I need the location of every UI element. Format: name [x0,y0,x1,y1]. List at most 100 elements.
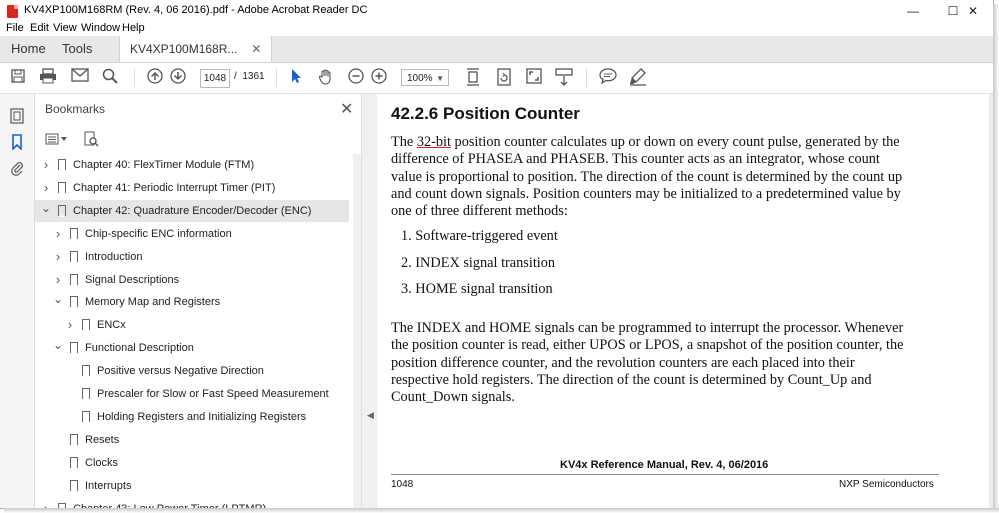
chevron-right-icon[interactable]: › [41,154,51,176]
hand-icon[interactable] [316,68,336,88]
bookmark-item[interactable]: Holding Registers and Initializing Regis… [35,406,351,428]
bookmark-item[interactable]: › Introduction [35,246,351,268]
bookmark-item[interactable]: › Signal Descriptions [35,269,351,291]
bookmark-icon [70,433,78,446]
bookmark-icon [70,227,78,240]
bookmark-item[interactable]: ⌄ Chapter 42: Quadrature Encoder/Decoder … [35,197,349,222]
highlight-icon[interactable] [628,68,648,88]
email-icon[interactable] [70,68,90,88]
footer-company: NXP Semiconductors [839,479,934,490]
bookmark-icon [58,181,66,194]
page-up-icon[interactable] [145,68,165,88]
menu-help[interactable]: Help [122,22,145,34]
print-icon[interactable] [38,68,58,88]
bookmark-icon [58,159,66,171]
chevron-right-icon[interactable]: › [53,246,63,268]
bookmark-label: Introduction [85,250,143,263]
menu-view[interactable]: View [53,22,77,34]
bookmark-item[interactable]: Resets [35,429,351,451]
rotate-icon[interactable] [494,68,514,88]
chevron-down-icon[interactable]: ⌄ [53,334,63,356]
tab-home[interactable]: Home [11,36,46,62]
page-number-input[interactable]: 1048 [200,69,230,88]
chevron-right-icon[interactable]: › [65,314,75,336]
comment-icon[interactable] [598,68,618,88]
paragraph-2-line: Count_Down signals. [391,389,515,406]
page-total-value: 1361 [242,71,265,82]
bookmark-item[interactable]: Clocks [35,452,351,474]
bookmarks-scrollbar[interactable] [353,154,361,508]
paragraph-1-line: one of three different methods: [391,203,568,220]
minimize-button[interactable]: — [893,0,933,22]
fit-page-icon[interactable] [463,68,483,88]
bookmark-item[interactable]: › Chip-specific ENC information [35,223,351,245]
fullscreen-icon[interactable] [524,68,544,88]
scroll-mode-icon[interactable] [554,68,574,88]
find-bookmark-icon[interactable] [83,131,99,152]
chevron-down-icon: ▼ [436,74,444,83]
toolbar: 1048 / 1361 100% ▼ [0,63,993,94]
menu-window[interactable]: Window [81,22,120,34]
chevron-right-icon[interactable]: › [41,177,51,199]
tab-tools[interactable]: Tools [62,36,92,62]
list-item: 1. Software-triggered event [401,228,558,244]
bookmark-label: Clocks [85,456,119,469]
paragraph-2-line: position difference counter, and the rev… [391,354,855,371]
panel-splitter[interactable]: ◀ [361,94,378,508]
bookmark-icon [58,204,66,217]
close-window-button[interactable]: ✕ [953,0,993,22]
page-thumbnails-icon[interactable] [9,108,25,124]
para1-prefix: The [391,134,417,150]
window-shadow [993,4,999,513]
bookmark-icon [70,250,78,263]
bookmark-item[interactable]: › ENCx [35,314,351,336]
search-icon[interactable] [100,68,120,88]
window-title: KV4XP100M168RM (Rev. 4, 06 2016).pdf - A… [24,4,368,16]
paragraph-1-line: and count down signals. Position counter… [391,185,901,202]
bookmark-item[interactable]: › Chapter 40: FlexTimer Module (FTM) [35,154,351,176]
page-down-icon[interactable] [168,68,188,88]
bookmark-label: Functional Description [85,342,194,355]
bookmark-icon [82,365,90,378]
navigation-pane-strip [0,94,35,508]
chevron-right-icon[interactable]: › [53,269,63,291]
save-icon[interactable] [8,68,28,88]
zoom-level-select[interactable]: 100% ▼ [401,69,449,86]
bookmark-item[interactable]: ⌄ Memory Map and Registers [35,291,351,313]
bookmark-label: ENCx [97,319,126,332]
bookmark-item[interactable]: Prescaler for Slow or Fast Speed Measure… [35,383,351,405]
tab-document[interactable]: KV4XP100M168R... ✕ [119,36,273,62]
paragraph-2: The INDEX and HOME signals can be progra… [391,320,951,406]
chevron-down-icon[interactable]: ⌄ [53,288,63,310]
bookmark-item[interactable]: Interrupts [35,475,351,497]
paragraph-2-line: respective hold registers. The direction… [391,371,872,388]
bookmark-label: Interrupts [85,479,132,492]
zoom-level-value: 100% [407,73,433,84]
bookmark-item[interactable]: ⌄ Functional Description [35,337,351,359]
toolbar-separator [276,69,277,87]
tab-document-label: KV4XP100M168R... [130,42,238,56]
toolbar-separator [134,69,135,87]
tab-bar: Home Tools KV4XP100M168R... ✕ [0,36,993,63]
select-cursor-icon[interactable] [286,68,306,88]
bookmark-label: Holding Registers and Initializing Regis… [97,410,307,423]
bookmark-label: Positive versus Negative Direction [97,365,264,378]
section-heading: 42.2.6 Position Counter [391,104,580,123]
bookmark-item[interactable]: Positive versus Negative Direction [35,360,351,382]
chevron-right-icon[interactable]: › [53,223,63,245]
bookmark-options-icon[interactable] [45,132,69,151]
page-separator: / [234,71,237,82]
attachments-icon[interactable] [9,160,25,176]
close-tab-icon[interactable]: ✕ [251,42,261,56]
chevron-down-icon[interactable]: ⌄ [41,197,51,219]
bookmark-item[interactable]: › Chapter 41: Periodic Interrupt Timer (P… [35,177,351,199]
acrobat-window: KV4XP100M168RM (Rev. 4, 06 2016).pdf - A… [0,0,994,509]
menu-file[interactable]: File [6,22,24,34]
menu-edit[interactable]: Edit [30,22,49,34]
close-panel-icon[interactable]: ✕ [340,99,353,119]
collapse-panel-icon[interactable]: ◀ [367,410,374,421]
zoom-out-icon[interactable] [346,68,366,88]
zoom-in-icon[interactable] [369,68,389,88]
window-shadow [4,508,999,513]
bookmarks-icon[interactable] [9,134,25,151]
